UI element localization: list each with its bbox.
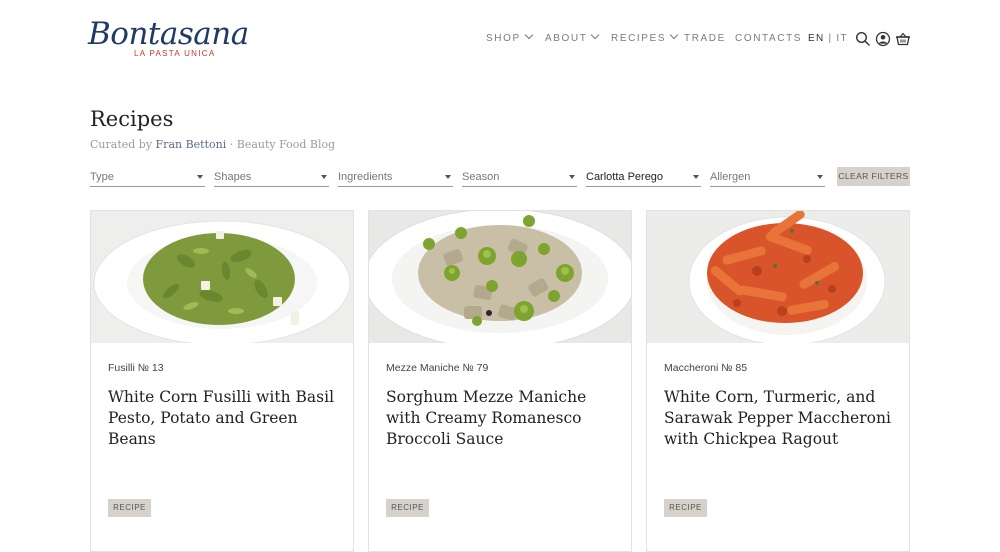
recipe-badge: RECIPE — [386, 499, 429, 517]
cart-icon[interactable] — [895, 31, 911, 47]
nav-item-label: SHOP — [486, 33, 521, 44]
chevron-down-icon — [669, 30, 679, 40]
curator-link[interactable]: Fran Bettoni — [156, 138, 227, 151]
nav-item-trade[interactable]: TRADE — [684, 33, 726, 44]
recipe-image[interactable] — [369, 211, 631, 343]
nav-item-label: RECIPES — [611, 33, 667, 44]
filter-allergen[interactable]: Allergen — [710, 168, 825, 187]
caret-down-icon — [321, 175, 327, 179]
recipe-code: Fusilli № 13 — [108, 362, 164, 374]
lang-it[interactable]: IT — [836, 33, 848, 44]
filter-label: Carlotta Perego — [586, 171, 664, 183]
recipe-image[interactable] — [647, 211, 909, 343]
filter-ingredients[interactable]: Ingredients — [338, 168, 453, 187]
recipe-card[interactable]: Mezze Maniche № 79 Sorghum Mezze Maniche… — [368, 210, 632, 552]
filter-author[interactable]: Carlotta Perego — [586, 168, 701, 187]
recipe-title[interactable]: White Corn Fusilli with Basil Pesto, Pot… — [108, 387, 343, 450]
caret-down-icon — [817, 175, 823, 179]
recipe-badge: RECIPE — [664, 499, 707, 517]
recipe-card[interactable]: Maccheroni № 85 White Corn, Turmeric, an… — [646, 210, 910, 552]
recipe-title[interactable]: Sorghum Mezze Maniche with Creamy Romane… — [386, 387, 621, 450]
clear-filters-button[interactable]: CLEAR FILTERS — [837, 167, 910, 186]
lang-separator: | — [828, 33, 833, 44]
lang-en[interactable]: EN — [808, 33, 825, 44]
nav-item-about[interactable]: ABOUT — [545, 30, 600, 44]
page-title: Recipes — [90, 107, 174, 131]
filter-season[interactable]: Season — [462, 168, 577, 187]
nav-item-label: ABOUT — [545, 33, 588, 44]
nav-item-recipes[interactable]: RECIPES — [611, 30, 679, 44]
nav-item-label: TRADE — [684, 33, 726, 44]
brand-tagline: LA PASTA UNICA — [134, 49, 216, 58]
curated-suffix: · Beauty Food Blog — [229, 138, 336, 151]
filter-label: Ingredients — [338, 171, 393, 183]
curated-prefix: Curated by — [90, 138, 153, 151]
filter-label: Season — [462, 171, 500, 183]
search-icon[interactable] — [855, 31, 871, 47]
filter-label: Shapes — [214, 171, 252, 183]
nav-item-contacts[interactable]: CONTACTS — [735, 33, 802, 44]
nav-item-shop[interactable]: SHOP — [486, 30, 533, 44]
account-icon[interactable] — [875, 31, 891, 47]
recipe-code: Mezze Maniche № 79 — [386, 362, 489, 374]
recipe-image[interactable] — [91, 211, 353, 343]
recipe-card[interactable]: Fusilli № 13 White Corn Fusilli with Bas… — [90, 210, 354, 552]
caret-down-icon — [693, 175, 699, 179]
recipe-title[interactable]: White Corn, Turmeric, and Sarawak Pepper… — [664, 387, 899, 450]
caret-down-icon — [569, 175, 575, 179]
caret-down-icon — [445, 175, 451, 179]
recipe-badge: RECIPE — [108, 499, 151, 517]
filter-type[interactable]: Type — [90, 168, 205, 187]
nav-item-label: CONTACTS — [735, 33, 803, 44]
filter-shapes[interactable]: Shapes — [214, 168, 329, 187]
chevron-down-icon — [591, 30, 600, 40]
caret-down-icon — [197, 175, 203, 179]
language-switcher: EN | IT — [808, 33, 848, 44]
recipe-code: Maccheroni № 85 — [664, 362, 748, 374]
curated-by-line: Curated by Fran Bettoni · Beauty Food Bl… — [90, 138, 335, 151]
filter-label: Type — [90, 171, 114, 183]
main-nav: SHOP ABOUT RECIPES TRADE CONTACTS EN | IT — [0, 30, 1000, 47]
filter-label: Allergen — [710, 171, 751, 183]
chevron-down-icon — [524, 30, 533, 40]
